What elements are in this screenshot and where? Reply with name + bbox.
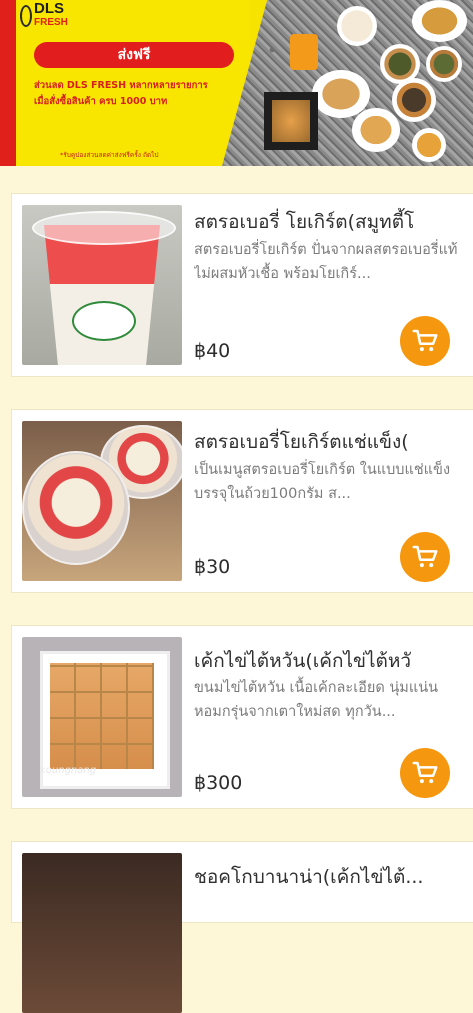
- promo-text: ส่วนลด DLS FRESH หลากหลายรายการ เมื่อสั่…: [34, 78, 234, 110]
- dls-fresh-logo: DLS FRESH: [20, 0, 82, 34]
- product-card[interactable]: ชอคโกบานาน่า(เค้กไข่ไต้...: [12, 842, 473, 1013]
- logo-mark-icon: [20, 5, 32, 27]
- product-title[interactable]: ชอคโกบานาน่า(เค้กไข่ไต้...: [194, 862, 473, 892]
- product-image[interactable]: [22, 421, 182, 581]
- banner-red-strip: [0, 0, 16, 166]
- promo-line-2: เมื่อสั่งซื้อสินค้า ครบ 1000 บาท: [34, 96, 168, 107]
- add-to-cart-button[interactable]: [400, 532, 450, 582]
- product-price: ฿300: [194, 772, 243, 794]
- product-image[interactable]: [22, 853, 182, 1013]
- cart-icon: [412, 329, 438, 352]
- product-image[interactable]: koungnang: [22, 637, 182, 797]
- cart-icon: [412, 761, 438, 784]
- product-title[interactable]: เค้กไข่ไต้หวัน(เค้กไข่ไต้หวั: [194, 646, 473, 676]
- fine-print: *รับคูปองส่วนลดค่าส่งฟรีครั้ง ถัดไป: [60, 151, 159, 159]
- product-description: เป็นเมนูสตรอเบอรี่โยเกิร์ต ในแบบแช่แข็ง …: [194, 462, 451, 502]
- product-card[interactable]: สตรอเบอรี่ โยเกิร์ต(สมูทตี้โ สตรอเบอรี่โ…: [12, 194, 473, 376]
- product-price: ฿40: [194, 340, 231, 362]
- cart-icon: [412, 545, 438, 568]
- free-shipping-pill: ส่งฟรี: [34, 42, 234, 68]
- product-image[interactable]: [22, 205, 182, 365]
- product-card[interactable]: สตรอเบอรี่โยเกิร์ตแช่แข็ง( เป็นเมนูสตรอเ…: [12, 410, 473, 592]
- add-to-cart-button[interactable]: [400, 316, 450, 366]
- product-price: ฿30: [194, 556, 231, 578]
- image-watermark: koungnang: [40, 765, 97, 776]
- product-description: ขนมไข่ไต้หวัน เนื้อเค้กละเอียด นุ่มแน่น …: [194, 680, 439, 720]
- product-title[interactable]: สตรอเบอรี่ โยเกิร์ต(สมูทตี้โ: [194, 207, 473, 237]
- logo-text: DLS: [34, 0, 64, 17]
- promo-line-1: ส่วนลด DLS FRESH หลากหลายรายการ: [34, 80, 208, 91]
- food-photo: [222, 0, 473, 166]
- promo-banner[interactable]: DLS FRESH ส่งฟรี ส่วนลด DLS FRESH หลากหล…: [0, 0, 473, 166]
- add-to-cart-button[interactable]: [400, 748, 450, 798]
- product-title[interactable]: สตรอเบอรี่โยเกิร์ตแช่แข็ง(: [194, 427, 473, 457]
- product-description: สตรอเบอรี่โยเกิร์ต ปั่นจากผลสตรอเบอรี่แท…: [194, 242, 458, 282]
- logo-subtext: FRESH: [34, 17, 68, 28]
- product-card[interactable]: koungnang เค้กไข่ไต้หวัน(เค้กไข่ไต้หวั ข…: [12, 626, 473, 808]
